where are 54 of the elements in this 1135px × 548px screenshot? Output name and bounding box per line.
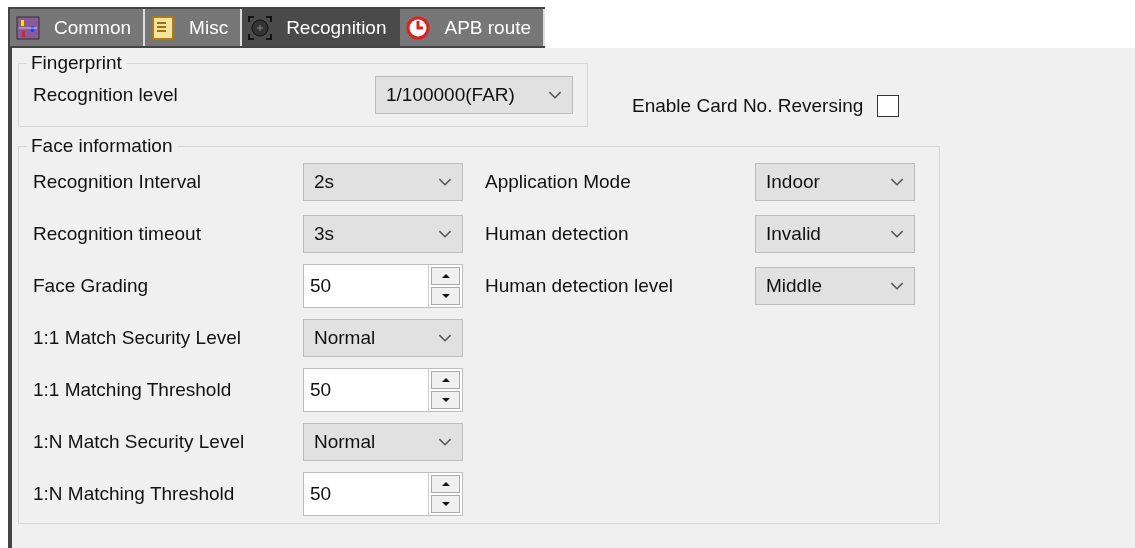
tab[interactable]: APB route [400, 9, 546, 46]
chevron-down-icon [438, 437, 452, 447]
spin-down-button[interactable] [431, 495, 460, 513]
field-label: 1:1 Matching Threshold [33, 379, 233, 401]
chevron-down-icon [438, 177, 452, 187]
field-label: Human detection [485, 223, 630, 245]
checkbox-label: Enable Card No. Reversing [632, 95, 864, 117]
tab[interactable]: Common [10, 9, 146, 46]
triangle-down-icon [440, 501, 451, 507]
spin-up-button[interactable] [431, 267, 460, 285]
triangle-down-icon [440, 293, 451, 299]
dropdown[interactable]: Middle [755, 267, 915, 305]
dropdown[interactable]: Invalid [755, 215, 915, 253]
dropdown[interactable]: 3s [303, 215, 463, 253]
number-field[interactable]: 50 [303, 472, 463, 516]
notebook-icon [151, 15, 176, 40]
face-scan-icon [248, 15, 273, 40]
dropdown[interactable]: 2s [303, 163, 463, 201]
triangle-up-icon [440, 273, 451, 279]
chevron-down-icon [890, 229, 904, 239]
spin-up-button[interactable] [431, 371, 460, 389]
triangle-up-icon [440, 377, 451, 383]
checkbox[interactable] [877, 95, 900, 117]
number-field[interactable]: 50 [303, 264, 463, 308]
clock-icon [406, 15, 431, 40]
field-label: 1:N Match Security Level [33, 431, 246, 453]
field-label: 1:N Matching Threshold [33, 483, 236, 505]
triangle-down-icon [440, 397, 451, 403]
number-field[interactable]: 50 [303, 368, 463, 412]
field-label: Face Grading [33, 275, 150, 297]
field-label: Human detection level [485, 275, 674, 297]
spin-up-button[interactable] [431, 475, 460, 493]
group-title: Fingerprint [30, 52, 123, 74]
chevron-down-icon [548, 90, 562, 100]
dropdown[interactable]: Indoor [755, 163, 915, 201]
tab[interactable]: Recognition [242, 9, 401, 46]
tab[interactable]: Misc [145, 9, 243, 46]
dropdown[interactable]: Normal [303, 423, 463, 461]
chevron-down-icon [890, 281, 904, 291]
chevron-down-icon [890, 177, 904, 187]
dropdown[interactable]: Normal [303, 319, 463, 357]
field-label: 1:1 Match Security Level [33, 327, 243, 349]
spin-down-button[interactable] [431, 391, 460, 409]
chevron-down-icon [438, 333, 452, 343]
field-label: Recognition Interval [33, 171, 202, 193]
field-label: Application Mode [485, 171, 632, 193]
dropdown[interactable]: 1/100000(FAR) [375, 76, 573, 114]
spin-down-button[interactable] [431, 287, 460, 305]
triangle-up-icon [440, 481, 451, 487]
field-label: Recognition timeout [33, 223, 202, 245]
grid-icon [16, 15, 40, 40]
group-title: Face information [30, 135, 174, 157]
field-label: Recognition level [33, 84, 178, 106]
chevron-down-icon [438, 229, 452, 239]
